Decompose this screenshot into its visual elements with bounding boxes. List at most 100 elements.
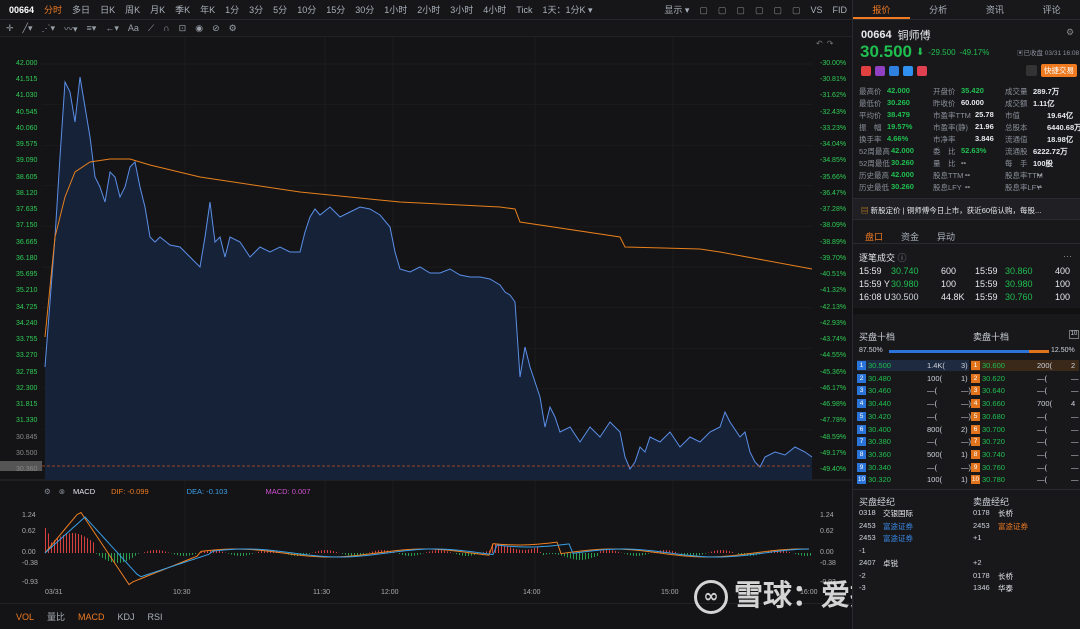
settings-icon[interactable]: ⚙: [229, 23, 237, 34]
info-icon[interactable]: ⓘ: [898, 253, 907, 263]
fid-button[interactable]: FID: [828, 0, 853, 20]
line-tool-icon[interactable]: ╱▾: [23, 23, 33, 34]
ask-row[interactable]: 9 30.760 —(—: [971, 462, 1079, 473]
bell-icon[interactable]: [1026, 65, 1037, 76]
ask-row[interactable]: 2 30.620 —(—: [971, 373, 1079, 384]
heart-badge-icon[interactable]: [917, 66, 927, 76]
news-banner[interactable]: ▤ 新股定价 | 铜师傅今日上市，获近60倍认购，每股...: [853, 198, 1080, 220]
display-dropdown[interactable]: 显示 ▾: [659, 0, 694, 20]
fast-trade-button[interactable]: 快捷交易: [1041, 64, 1077, 77]
period-tab[interactable]: 周K: [120, 0, 145, 20]
share-icon[interactable]: ▢: [768, 0, 787, 20]
margin-badge-icon[interactable]: [889, 66, 899, 76]
period-tab[interactable]: 多日: [67, 0, 95, 20]
crosshair-icon[interactable]: ✛: [6, 23, 14, 34]
ask-row[interactable]: 6 30.700 —(—: [971, 424, 1079, 435]
buy-broker-name[interactable]: 富途证券: [883, 533, 913, 544]
period-tab[interactable]: 月K: [145, 0, 170, 20]
depth-toggle-icon[interactable]: 10: [1069, 330, 1079, 339]
period-tab[interactable]: 5分: [268, 0, 292, 20]
close-icon[interactable]: ⊗: [59, 487, 65, 496]
undo-redo-icon[interactable]: ↶↷: [816, 39, 837, 48]
stock-code-tab[interactable]: 00664: [4, 0, 39, 20]
fullscreen-icon[interactable]: ▢: [694, 0, 713, 20]
gear-icon[interactable]: ⚙: [44, 487, 51, 496]
bid-row[interactable]: 8 30.360 500(1): [857, 449, 969, 460]
period-tab[interactable]: 4小时: [478, 0, 511, 20]
period-tab[interactable]: 15分: [321, 0, 350, 20]
bid-row[interactable]: 2 30.480 100(1): [857, 373, 969, 384]
period-tab[interactable]: 日K: [95, 0, 120, 20]
ask-row[interactable]: 5 30.680 —(—: [971, 411, 1079, 422]
indicator-tab[interactable]: MACD: [78, 612, 105, 622]
grid-icon[interactable]: ▢: [731, 0, 750, 20]
sell-broker-name[interactable]: 长桥: [998, 508, 1013, 519]
ask-row[interactable]: 3 30.640 —(—: [971, 385, 1079, 396]
macd-label[interactable]: MACD: [73, 487, 95, 496]
settings-icon[interactable]: ⚙: [1066, 27, 1074, 38]
ask-row[interactable]: 8 30.740 —(—: [971, 449, 1079, 460]
period-tab[interactable]: 年K: [195, 0, 220, 20]
period-tab[interactable]: 2小时: [412, 0, 445, 20]
chat-badge-icon[interactable]: [903, 66, 913, 76]
indicator-tab[interactable]: 量比: [47, 610, 65, 623]
quote-tab[interactable]: 评论: [1023, 0, 1080, 19]
ask-row[interactable]: 4 30.660 700(4: [971, 398, 1079, 409]
eye-icon[interactable]: ◉: [195, 23, 203, 34]
bid-row[interactable]: 9 30.340 —(—): [857, 462, 971, 473]
quote-tab[interactable]: 报价: [853, 0, 910, 19]
indicator-tab[interactable]: VOL: [16, 612, 34, 622]
channel-tool-icon[interactable]: ≡▾: [87, 23, 97, 34]
vs-button[interactable]: VS: [805, 0, 827, 20]
buy-broker-name[interactable]: 富途证券: [883, 521, 913, 532]
lock-icon[interactable]: ⊡: [179, 23, 187, 34]
sell-broker-name[interactable]: 富途证券: [998, 521, 1028, 532]
bid-row[interactable]: 4 30.440 —(—): [857, 398, 971, 409]
period-tab[interactable]: 1天：1分K ▾: [537, 0, 597, 20]
period-tab[interactable]: 30分: [350, 0, 379, 20]
magnet-icon[interactable]: ∩: [163, 23, 169, 33]
ask-row[interactable]: 1 30.600 200(2: [971, 360, 1079, 371]
trend-tool-icon[interactable]: ⋰▾: [41, 23, 55, 34]
bid-row[interactable]: 1 30.500 1.4K(3): [857, 360, 969, 371]
period-tab[interactable]: 分时: [39, 0, 67, 20]
period-tab[interactable]: 3小时: [445, 0, 478, 20]
period-tab[interactable]: 1小时: [379, 0, 412, 20]
camera-icon[interactable]: ▢: [750, 0, 769, 20]
ask-volume: —(: [1037, 449, 1047, 459]
arrow-tool-icon[interactable]: ←▾: [105, 23, 119, 34]
sell-broker-name[interactable]: 长桥: [998, 571, 1013, 582]
buy-broker-name[interactable]: 交银国际: [883, 508, 913, 519]
ruler-icon[interactable]: ⟋: [148, 23, 154, 34]
sub-tab[interactable]: 资金: [901, 230, 919, 243]
period-tab[interactable]: 10分: [292, 0, 321, 20]
intraday-chart[interactable]: 42.000 41.515 41.030 40.545 40.060 39.575 39.0…: [0, 37, 852, 603]
period-tab[interactable]: 3分: [244, 0, 268, 20]
layout-icon[interactable]: ▢: [713, 0, 732, 20]
wave-tool-icon[interactable]: 〰▾: [64, 22, 78, 35]
bid-row[interactable]: 7 30.380 —(—): [857, 436, 971, 447]
text-tool-icon[interactable]: Aa: [128, 23, 139, 33]
buy-broker-name[interactable]: 卓锐: [883, 558, 898, 569]
bid-row[interactable]: 10 30.320 100(1): [857, 474, 969, 485]
connect-badge-icon[interactable]: [875, 66, 885, 76]
quote-tab[interactable]: 分析: [910, 0, 967, 19]
more-icon[interactable]: ⋯: [1063, 251, 1072, 262]
indicator-tab[interactable]: RSI: [148, 612, 163, 622]
hk-badge-icon[interactable]: [861, 66, 871, 76]
bid-row[interactable]: 5 30.420 —(—): [857, 411, 971, 422]
ask-row[interactable]: 10 30.780 —(—: [971, 474, 1079, 485]
bid-row[interactable]: 3 30.460 —(—): [857, 385, 971, 396]
period-tab[interactable]: 季K: [170, 0, 195, 20]
ask-row[interactable]: 7 30.720 —(—: [971, 436, 1079, 447]
indicator-tab[interactable]: KDJ: [118, 612, 135, 622]
sell-broker-name[interactable]: 华泰: [998, 583, 1013, 594]
delete-icon[interactable]: ⊘: [212, 23, 220, 34]
expand-icon[interactable]: ▢: [787, 0, 806, 20]
period-tab[interactable]: 1分: [220, 0, 244, 20]
sub-tab[interactable]: 异动: [937, 230, 955, 243]
period-tab[interactable]: Tick: [511, 0, 537, 20]
sub-tab[interactable]: 盘口: [865, 230, 883, 243]
bid-row[interactable]: 6 30.400 800(2): [857, 424, 969, 435]
quote-tab[interactable]: 资讯: [967, 0, 1024, 19]
